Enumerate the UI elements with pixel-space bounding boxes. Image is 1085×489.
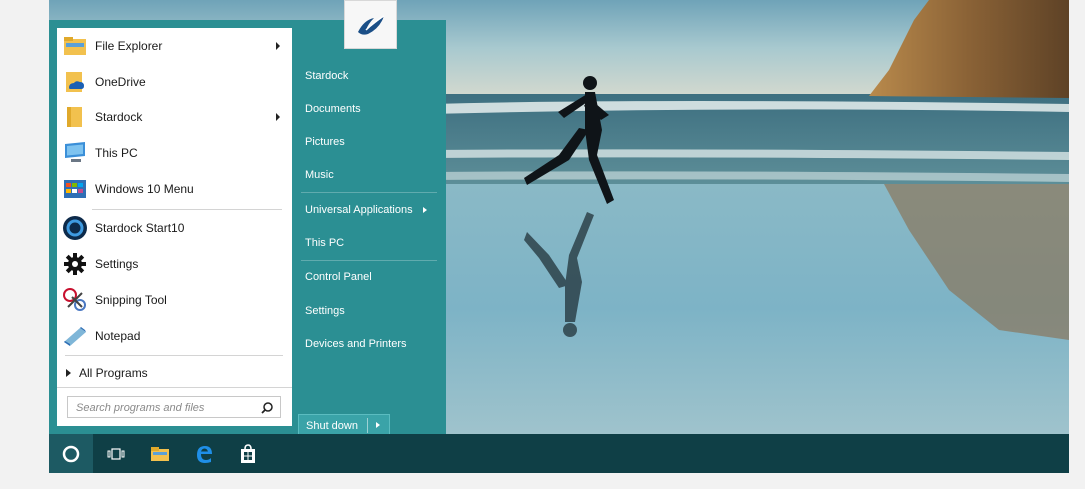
right-item-this-pc[interactable]: This PC — [299, 229, 439, 257]
page-margin — [1069, 0, 1085, 473]
onedrive-icon — [62, 69, 88, 95]
menu-item-label: Stardock — [95, 110, 143, 124]
menu-item-label: Notepad — [95, 329, 141, 343]
start-button-icon[interactable] — [49, 434, 93, 473]
right-item-label: Control Panel — [305, 271, 372, 283]
menu-item-snipping-tool[interactable]: Snipping Tool — [57, 283, 292, 317]
menu-divider — [57, 387, 292, 388]
right-item-label: Universal Applications — [305, 204, 413, 216]
right-item-label: This PC — [305, 237, 345, 249]
computer-icon — [62, 140, 88, 166]
right-item-label: Music — [305, 169, 334, 181]
menu-item-label: Stardock Start10 — [95, 221, 185, 235]
search-box[interactable] — [67, 396, 281, 419]
file-explorer-icon[interactable] — [138, 434, 182, 473]
notepad-icon — [62, 323, 88, 349]
chevron-right-icon — [276, 113, 280, 121]
shutdown-divider — [367, 418, 368, 433]
store-icon[interactable] — [226, 434, 270, 473]
folder-icon — [62, 104, 88, 130]
scissors-icon — [62, 287, 88, 313]
menu-item-settings[interactable]: Settings — [57, 247, 292, 281]
all-programs-button[interactable]: All Programs — [57, 361, 292, 385]
desktop-screen: Stardock Documents Pictures Music Univer… — [49, 0, 1069, 473]
stardock-logo-icon[interactable] — [344, 0, 397, 49]
folder-explorer-icon — [62, 33, 88, 59]
right-item-universal-applications[interactable]: Universal Applications — [299, 196, 439, 224]
menu-item-label: Settings — [95, 257, 139, 271]
right-divider — [301, 260, 437, 261]
gear-icon — [62, 251, 88, 277]
search-input[interactable] — [68, 397, 263, 419]
right-item-label: Settings — [305, 305, 345, 317]
menu-item-label: OneDrive — [95, 75, 146, 89]
taskbar — [49, 434, 1069, 473]
menu-item-stardock[interactable]: Stardock — [57, 100, 292, 134]
right-item-label: Stardock — [305, 70, 349, 82]
right-item-label: Documents — [305, 103, 361, 115]
start-menu-left-panel: File Explorer OneDrive Stardock This PC — [57, 28, 292, 426]
right-item-devices-and-printers[interactable]: Devices and Printers — [299, 330, 439, 358]
shutdown-label: Shut down — [306, 419, 358, 432]
menu-item-windows-10-menu[interactable]: Windows 10 Menu — [57, 172, 292, 206]
windows-menu-icon — [62, 176, 88, 202]
menu-divider — [92, 209, 282, 210]
menu-divider — [65, 355, 283, 356]
start10-icon — [62, 215, 88, 241]
task-view-icon[interactable] — [94, 434, 138, 473]
menu-item-label: File Explorer — [95, 39, 163, 53]
search-icon[interactable] — [261, 401, 273, 419]
right-item-settings[interactable]: Settings — [299, 297, 439, 325]
menu-item-notepad[interactable]: Notepad — [57, 319, 292, 353]
chevron-right-icon — [66, 369, 71, 377]
right-item-label: Devices and Printers — [305, 338, 407, 350]
menu-item-label: Windows 10 Menu — [95, 182, 194, 196]
right-item-label: Pictures — [305, 136, 345, 148]
right-divider — [301, 192, 437, 193]
menu-item-label: This PC — [95, 146, 138, 160]
menu-item-label: Snipping Tool — [95, 293, 167, 307]
right-item-music[interactable]: Music — [299, 161, 439, 189]
shutdown-options-arrow-icon[interactable] — [376, 422, 380, 428]
edge-icon[interactable] — [182, 434, 226, 473]
menu-item-stardock-start10[interactable]: Stardock Start10 — [57, 211, 292, 245]
menu-item-onedrive[interactable]: OneDrive — [57, 65, 292, 99]
right-item-stardock[interactable]: Stardock — [299, 62, 439, 90]
menu-item-this-pc[interactable]: This PC — [57, 136, 292, 170]
menu-item-file-explorer[interactable]: File Explorer — [57, 29, 292, 63]
right-item-control-panel[interactable]: Control Panel — [299, 263, 439, 291]
chevron-right-icon — [276, 42, 280, 50]
all-programs-label: All Programs — [79, 366, 148, 380]
right-item-documents[interactable]: Documents — [299, 95, 439, 123]
chevron-right-icon — [422, 207, 427, 213]
right-item-pictures[interactable]: Pictures — [299, 128, 439, 156]
